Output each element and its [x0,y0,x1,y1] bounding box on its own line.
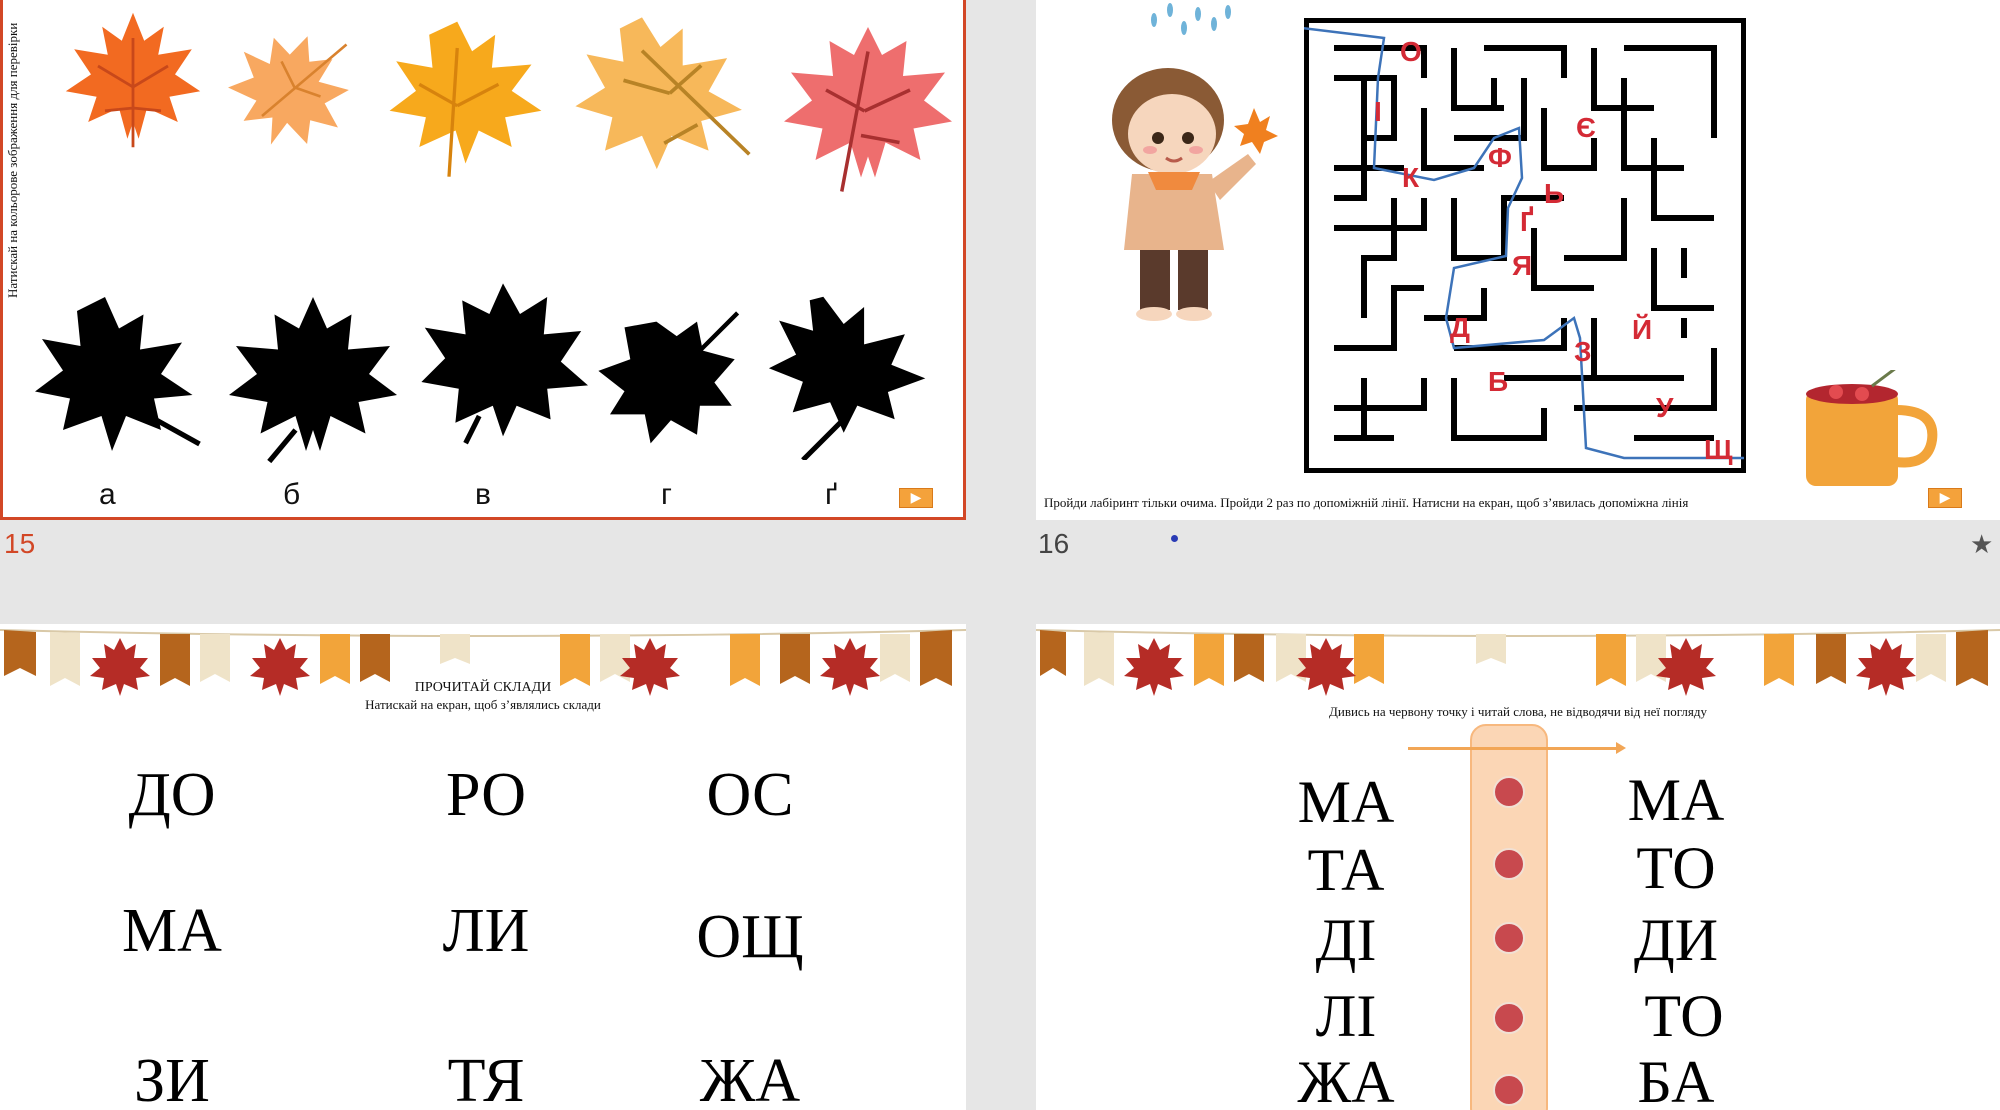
red-dot[interactable] [1493,922,1525,954]
maze-letter-8: Я [1512,250,1533,281]
maze-instruction: Пройди лабіринт тільки очима. Пройди 2 р… [1044,495,1689,510]
red-dot[interactable] [1493,1002,1525,1034]
syllable[interactable]: ЖА [630,1046,870,1110]
slide-number-15: 15 [4,528,36,559]
mug-illustration [1806,370,1938,486]
slide-subtitle: Натискай на екран, щоб з’являлись склади [365,697,601,712]
boy-illustration [1112,68,1278,321]
syllable[interactable]: ОЩ [630,902,870,973]
slide-15[interactable]: Натискай на кольорове зображення для пер… [0,0,966,520]
play-icon[interactable]: ▶ [1928,488,1962,508]
maze-letter-9: Д [1450,312,1470,343]
maze-letter-12: Й [1632,314,1653,345]
right-word[interactable]: ТО [1584,982,1784,1051]
maze[interactable] [1304,18,1746,473]
syllable[interactable]: ТЯ [366,1046,606,1110]
silhouette-g[interactable] [588,310,748,455]
slide-16[interactable]: О І К Ф Є Ь Ґ Я Д Б З Й У Щ Пройди лабір… [1036,0,2000,520]
vertical-instruction: Натискай на кольорове зображення для пер… [5,22,20,298]
left-word[interactable]: ДІ [1246,906,1446,975]
arrow-line [1408,747,1618,750]
maze-letter-5: Є [1576,112,1596,143]
silhouette-g-ukr[interactable] [763,290,938,460]
maze-letter-3: К [1402,162,1420,193]
arrow-right-icon [1616,742,1626,754]
yellow-maple-leaf[interactable] [378,15,553,180]
maze-letter-11: З [1574,336,1592,367]
pink-maple-leaf[interactable] [773,20,963,195]
red-dot[interactable] [1493,848,1525,880]
right-word[interactable]: ТО [1576,834,1776,903]
slide-number-16: 16 [1038,528,1070,559]
letter-g-ukr: ґ [825,478,838,511]
maze-letter-1: О [1400,36,1422,67]
syllable[interactable]: ОС [630,760,870,831]
rain-icon [1151,3,1231,35]
maze-letter-14: Щ [1704,434,1733,465]
slide-red-dot-reading[interactable]: Дивись на червону точку і читай слова, н… [1036,624,2000,1110]
letter-v: в [475,478,491,511]
left-word[interactable]: МА [1246,768,1446,837]
autumn-bunting [1036,629,2000,696]
maze-letter-6: Ь [1544,178,1565,209]
silhouette-a[interactable] [28,285,203,470]
right-word[interactable]: МА [1576,766,1776,835]
reading-instruction: Дивись на червону точку і читай слова, н… [1329,704,1707,719]
syllable[interactable]: ЛИ [366,896,606,967]
maze-letter-7: Ґ [1520,206,1534,237]
play-icon[interactable]: ▶ [899,488,933,508]
letter-g: г [661,478,672,511]
orange-maple-leaf[interactable] [43,10,223,150]
left-word[interactable]: ТА [1246,836,1446,905]
left-word[interactable]: ЖА [1246,1048,1446,1110]
letter-a: а [99,478,116,511]
letter-b: б [283,478,301,511]
syllable[interactable]: МА [52,896,292,967]
peach-maple-leaf[interactable] [208,25,368,155]
syllable[interactable]: РО [366,760,606,831]
maze-letter-4: Ф [1488,142,1512,173]
silhouette-b[interactable] [218,290,408,465]
slide-syllables[interactable]: ПРОЧИТАЙ СКЛАДИ Натискай на екран, щоб з… [0,624,966,1110]
maze-letter-2: І [1374,96,1382,127]
star-icon[interactable]: ★ [1970,530,1993,560]
cursor-dot [1171,535,1178,542]
syllable[interactable]: ЗИ [52,1046,292,1110]
maze-letter-13: У [1656,392,1674,423]
slide-title: ПРОЧИТАЙ СКЛАДИ [414,680,552,695]
red-dot[interactable] [1493,776,1525,808]
silhouette-v[interactable] [413,280,593,450]
left-word[interactable]: ЛІ [1246,982,1446,1051]
right-word[interactable]: БА [1576,1048,1776,1110]
red-dot[interactable] [1493,1074,1525,1106]
maze-letter-10: Б [1488,366,1509,397]
right-word[interactable]: ДИ [1576,906,1776,975]
syllable[interactable]: ДО [52,760,292,831]
light-maple-leaf[interactable] [568,10,753,195]
